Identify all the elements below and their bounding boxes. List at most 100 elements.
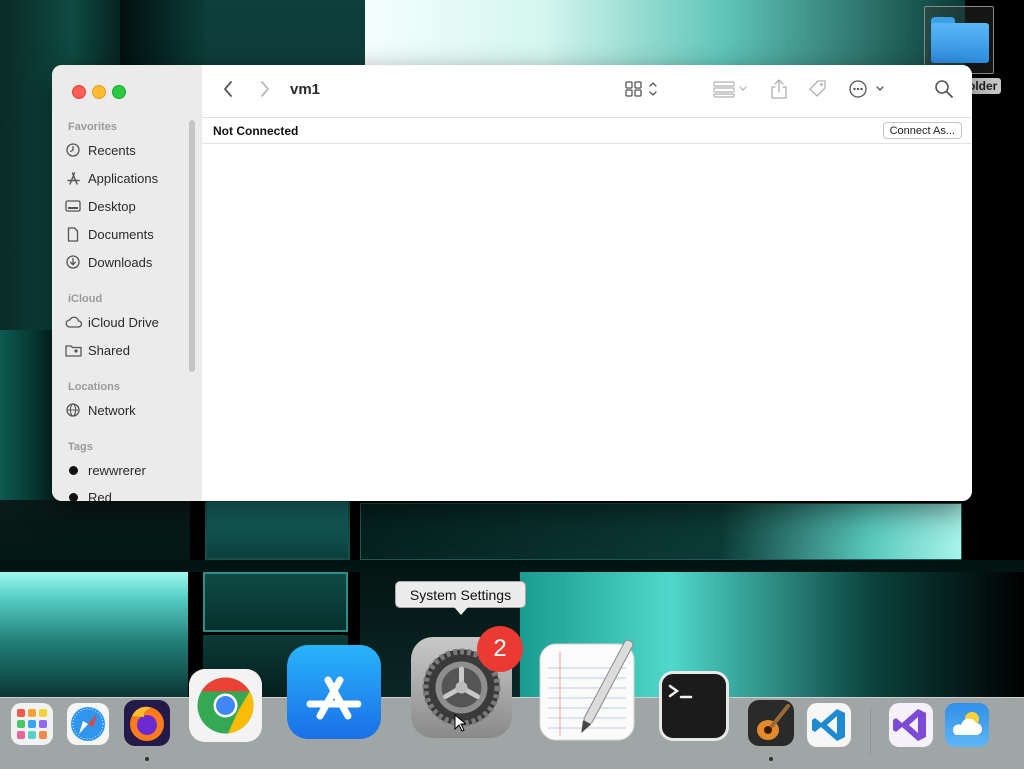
finder-sidebar: Favorites Recents Applications Desktop D… <box>52 65 203 501</box>
more-actions-button[interactable] <box>847 79 887 103</box>
share-button[interactable] <box>769 78 789 105</box>
sidebar-item-network[interactable]: Network <box>64 398 189 422</box>
wallpaper-panel <box>0 560 1024 572</box>
sidebar-item-shared[interactable]: Shared <box>64 338 189 362</box>
sidebar-item-label: Red <box>88 489 112 502</box>
wallpaper-panel <box>0 572 188 697</box>
dock-app-store[interactable] <box>286 644 382 745</box>
window-title: vm1 <box>290 81 321 98</box>
dock-safari[interactable] <box>66 702 110 751</box>
sidebar-item-applications[interactable]: Applications <box>64 166 189 190</box>
forward-button[interactable] <box>259 79 271 103</box>
textedit-icon <box>538 636 636 749</box>
firefox-icon <box>122 698 172 753</box>
applications-icon <box>64 170 82 186</box>
sidebar-item-label: Network <box>88 402 136 418</box>
sidebar-item-label: Downloads <box>88 254 153 270</box>
ellipsis-circle-icon <box>847 79 887 104</box>
sidebar-item-label: Applications <box>88 170 159 186</box>
tooltip-arrow <box>454 607 468 615</box>
wallpaper-panel <box>360 503 962 560</box>
dock-separator <box>870 708 871 754</box>
weather-icon <box>944 702 990 753</box>
sidebar-item-desktop[interactable]: Desktop <box>64 194 189 218</box>
sidebar-item-tag-red[interactable]: Red <box>64 485 189 501</box>
sidebar-item-icloud-drive[interactable]: iCloud Drive <box>64 310 189 334</box>
chevron-left-icon <box>222 80 234 103</box>
close-window-button[interactable] <box>72 85 86 99</box>
view-mode-button[interactable] <box>624 79 662 103</box>
sidebar-item-label: iCloud Drive <box>88 314 159 330</box>
dock-weather[interactable] <box>944 702 990 753</box>
dock-launchpad[interactable] <box>10 702 54 751</box>
sidebar-item-downloads[interactable]: Downloads <box>64 250 189 274</box>
sidebar-section-tags: Tags <box>68 441 93 453</box>
dock-tooltip: System Settings <box>395 581 526 608</box>
document-icon <box>64 226 82 242</box>
dock-textedit[interactable] <box>538 638 636 746</box>
sidebar-section-favorites: Favorites <box>68 121 117 133</box>
sidebar-section-icloud: iCloud <box>68 293 103 305</box>
search-button[interactable] <box>934 79 954 103</box>
dock-chrome[interactable] <box>188 668 263 748</box>
shared-folder-icon <box>64 342 82 358</box>
sidebar-section-locations: Locations <box>68 381 120 393</box>
group-icon <box>712 79 752 104</box>
connect-as-button[interactable]: Connect As... <box>882 122 962 139</box>
sidebar-scrollbar[interactable] <box>189 120 195 372</box>
tag-button[interactable] <box>807 79 829 103</box>
wallpaper-panel <box>205 0 365 70</box>
finder-window: Favorites Recents Applications Desktop D… <box>52 65 972 501</box>
mouse-cursor-icon <box>454 713 468 737</box>
vscode-icon <box>806 702 852 753</box>
connection-status: Not Connected <box>213 124 299 138</box>
desktop-icon <box>64 198 82 214</box>
sidebar-item-label: Recents <box>88 142 136 158</box>
wallpaper-panel <box>365 0 965 70</box>
share-icon <box>769 78 789 105</box>
finder-toolbar: vm1 <box>202 65 972 117</box>
sidebar-item-label: Documents <box>88 226 154 242</box>
zoom-window-button[interactable] <box>112 85 126 99</box>
folder-icon <box>931 17 989 63</box>
wallpaper-panel <box>205 500 350 560</box>
wallpaper-panel <box>203 572 348 632</box>
sidebar-item-recents[interactable]: Recents <box>64 138 189 162</box>
chrome-icon <box>188 668 263 748</box>
sidebar-item-documents[interactable]: Documents <box>64 222 189 246</box>
running-indicator <box>145 757 149 761</box>
back-button[interactable] <box>222 79 234 103</box>
terminal-icon <box>658 670 730 747</box>
launchpad-icon <box>10 702 54 751</box>
dock-firefox[interactable] <box>122 698 172 753</box>
group-by-button[interactable] <box>712 79 752 103</box>
globe-icon <box>64 402 82 418</box>
compass-icon <box>66 702 110 751</box>
sidebar-item-label: Desktop <box>88 198 136 214</box>
sidebar-item-label: Shared <box>88 342 130 358</box>
dock-vscode[interactable] <box>806 702 852 753</box>
cloud-icon <box>64 314 82 330</box>
minimize-window-button[interactable] <box>92 85 106 99</box>
tag-dot-icon <box>64 489 82 501</box>
download-icon <box>64 254 82 270</box>
tag-dot-icon <box>64 462 82 478</box>
wallpaper-panel <box>0 500 190 560</box>
clock-icon <box>64 142 82 158</box>
tag-icon <box>807 78 829 105</box>
desktop-folder[interactable] <box>924 6 994 74</box>
file-list-area[interactable] <box>202 144 972 501</box>
grid-view-icon <box>624 79 662 104</box>
dock-garageband[interactable] <box>746 698 796 753</box>
dock-terminal[interactable] <box>658 670 730 747</box>
visual-studio-icon <box>888 702 934 753</box>
app-store-icon <box>286 644 382 745</box>
notification-badge: 2 <box>477 626 523 672</box>
connection-bar: Not Connected Connect As... <box>202 117 972 144</box>
guitar-icon <box>746 698 796 753</box>
search-icon <box>934 79 954 104</box>
sidebar-item-tag-rewwrerer[interactable]: rewwrerer <box>64 458 189 482</box>
running-indicator <box>769 757 773 761</box>
dock-visual-studio[interactable] <box>888 702 934 753</box>
sidebar-item-label: rewwrerer <box>88 462 146 478</box>
